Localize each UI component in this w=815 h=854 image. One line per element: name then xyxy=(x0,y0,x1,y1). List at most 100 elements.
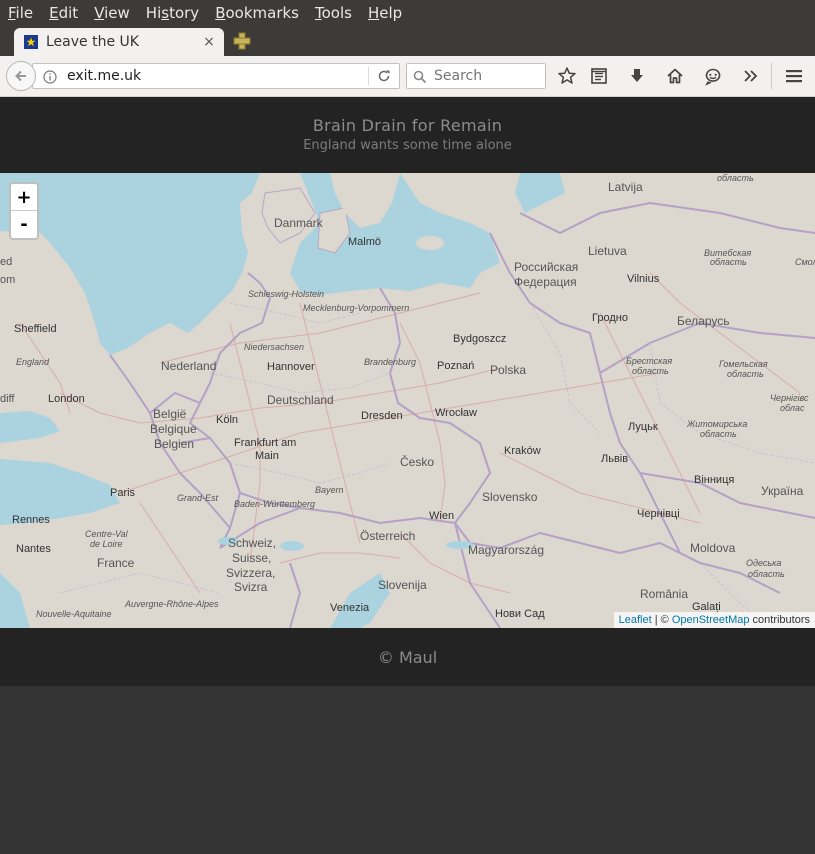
map-label-latvija: Latvija xyxy=(608,180,643,194)
zoom-in-button[interactable]: + xyxy=(11,184,37,211)
map-label-uk-ed: ed xyxy=(0,256,12,268)
map-label-magyar: Magyarország xyxy=(468,543,544,557)
map-label-sheffield: Sheffield xyxy=(14,323,57,335)
back-button[interactable] xyxy=(6,61,36,91)
map-label-vinnytsia: Вінниця xyxy=(694,474,734,486)
tab-title: Leave the UK xyxy=(46,34,139,50)
map-label-brandenburg: Brandenburg xyxy=(364,357,416,367)
tab-close-icon[interactable]: × xyxy=(200,34,218,50)
map-label-paris: Paris xyxy=(110,487,136,499)
map-label-vitebsk2: область xyxy=(710,257,747,267)
overflow-chevron-icon[interactable] xyxy=(741,66,761,86)
zoom-control: + - xyxy=(9,182,39,240)
hello-chat-icon[interactable] xyxy=(703,66,723,86)
map-label-schweiz4: Svizra xyxy=(234,580,268,594)
map-label-belarus: Беларусь xyxy=(677,314,729,328)
hamburger-menu-icon[interactable] xyxy=(784,66,804,86)
map-label-schweiz1: Schweiz, xyxy=(228,536,276,550)
leaflet-link[interactable]: Leaflet xyxy=(619,614,652,626)
map-label-zhytomyr2: область xyxy=(700,429,737,439)
reload-icon[interactable] xyxy=(369,69,399,83)
menu-file[interactable]: File xyxy=(0,4,41,22)
site-header: Brain Drain for Remain England wants som… xyxy=(0,97,815,173)
map-label-belgie2: Belgique xyxy=(150,422,197,436)
page-background xyxy=(0,686,815,854)
map-label-centre2: de Loire xyxy=(90,539,123,549)
map-label-mecklenburg: Mecklenburg-Vorpommern xyxy=(303,303,409,313)
map-label-france: France xyxy=(97,556,135,570)
map-label-moldova: Moldova xyxy=(690,541,736,555)
url-bar[interactable]: exit.me.uk xyxy=(32,63,400,89)
map-label-cesko: Česko xyxy=(400,454,434,469)
menu-tools[interactable]: Tools xyxy=(307,4,360,22)
map-label-zhytomyr1: Житомирська xyxy=(686,419,747,429)
url-text[interactable]: exit.me.uk xyxy=(67,68,368,84)
map-label-osterreich: Österreich xyxy=(360,529,415,543)
map-label-slovenija: Slovenija xyxy=(378,578,427,592)
search-input[interactable] xyxy=(432,67,546,85)
map-label-chernivtsi: Чернівці xyxy=(637,508,680,520)
map-label-lviv: Львів xyxy=(601,453,628,465)
bookmark-star-icon[interactable] xyxy=(557,66,577,86)
eu-flag-favicon-icon xyxy=(24,35,38,49)
map-label-bw: Baden-Württemberg xyxy=(234,499,315,509)
map-label-romania: România xyxy=(640,587,688,601)
download-icon[interactable] xyxy=(627,66,647,86)
map-label-hannover: Hannover xyxy=(267,361,315,373)
attribution-suffix: contributors xyxy=(749,614,810,626)
map-label-krakow: Kraków xyxy=(504,445,541,457)
menu-edit[interactable]: Edit xyxy=(41,4,86,22)
new-tab-plus-icon[interactable] xyxy=(232,31,252,51)
openstreetmap-link[interactable]: OpenStreetMap xyxy=(672,614,750,626)
site-title: Brain Drain for Remain xyxy=(312,116,503,135)
footer-copyright: © Maul xyxy=(377,648,438,667)
map-label-grodno: Гродно xyxy=(592,312,628,324)
map-label-polska: Polska xyxy=(490,363,526,377)
map-label-smol: Смол xyxy=(795,257,815,267)
map-label-wroclaw: Wrocław xyxy=(435,407,477,419)
map-label-belgie3: Belgien xyxy=(154,437,194,451)
reading-list-icon[interactable] xyxy=(589,66,609,86)
menu-history[interactable]: History xyxy=(138,4,207,22)
map-label-centre1: Centre-Val xyxy=(85,529,129,539)
map-label-london: London xyxy=(48,393,85,405)
map-label-dresden: Dresden xyxy=(361,410,403,422)
map-label-gomel1: Гомельская xyxy=(719,359,768,369)
map-label-lietuva: Lietuva xyxy=(588,244,627,258)
map-label-gomel2: область xyxy=(727,369,764,379)
home-icon[interactable] xyxy=(665,66,685,86)
map-label-bayern: Bayern xyxy=(315,485,344,495)
site-footer: © Maul xyxy=(0,628,815,686)
map-label-danmark: Danmark xyxy=(274,216,324,230)
map-label-obl-top: область xyxy=(717,173,754,183)
map-label-belgie1: België xyxy=(153,407,187,421)
map-label-grandest: Grand-Est xyxy=(177,493,219,503)
toolbar-separator xyxy=(771,63,772,89)
map-label-nederland: Nederland xyxy=(161,359,216,373)
map-label-auvergne: Auvergne-Rhône-Alpes xyxy=(124,599,219,609)
menu-bookmarks[interactable]: Bookmarks xyxy=(207,4,307,22)
map-label-malmo: Malmö xyxy=(348,236,381,248)
map-label-rossiya: Российская xyxy=(514,260,578,274)
map-label-bydgoszcz: Bydgoszcz xyxy=(453,333,506,345)
map-label-schweiz3: Svizzera, xyxy=(226,566,275,580)
menu-view[interactable]: View xyxy=(86,4,138,22)
map-label-nouvelle: Nouvelle-Aquitaine xyxy=(36,609,112,619)
map-label-uk-om: om xyxy=(0,274,15,286)
menu-help[interactable]: Help xyxy=(360,4,410,22)
info-icon[interactable] xyxy=(43,69,57,84)
map-label-chernihiv1: Чернігівс xyxy=(770,393,809,403)
search-icon xyxy=(413,69,427,84)
menu-bar: File Edit View History Bookmarks Tools H… xyxy=(0,0,815,26)
map-label-slovensko: Slovensko xyxy=(482,490,538,504)
map-attribution: Leaflet | © OpenStreetMap contributors xyxy=(613,612,815,628)
navigation-toolbar: exit.me.uk xyxy=(0,56,815,97)
search-bar[interactable] xyxy=(406,63,546,89)
map-label-koln: Köln xyxy=(216,414,238,426)
map-label-federatsiya: Федерация xyxy=(514,275,577,289)
site-subtitle: England wants some time alone xyxy=(303,138,512,153)
zoom-out-button[interactable]: - xyxy=(11,211,37,237)
map[interactable]: Latvija область Danmark Malmö Lietuva Ви… xyxy=(0,173,815,628)
map-label-wien: Wien xyxy=(429,510,454,522)
tab-leave-the-uk[interactable]: Leave the UK × xyxy=(14,28,224,56)
